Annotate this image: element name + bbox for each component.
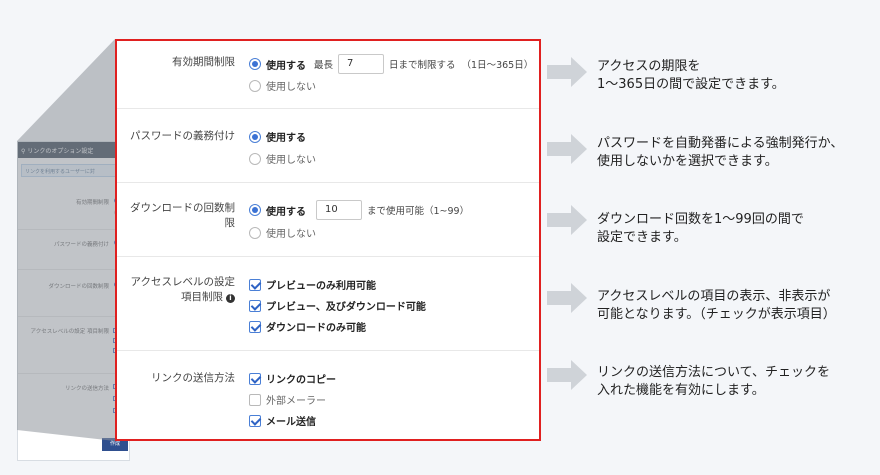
description-send: リンクの送信方法について、チェックを 入れた機能を有効にします。 <box>597 365 830 398</box>
password-use-label: 使用する <box>266 133 306 144</box>
email-send-label: メール送信 <box>266 417 316 428</box>
preview-only-checkbox[interactable] <box>249 278 261 291</box>
expiry-max-label: 最長 <box>314 60 334 71</box>
thumbnail-row-password: パスワードの義務付け <box>18 232 129 270</box>
expiry-suffix: 日まで制限する <box>389 60 456 71</box>
access-label: アクセスレベルの設定 項目制限 i <box>130 276 235 303</box>
thumbnail-note: リンクを利用するユーザーに対 <box>21 164 126 177</box>
download-only-checkbox[interactable] <box>249 320 261 333</box>
thumbnail-row-download: ダウンロードの回数制限 <box>18 272 129 317</box>
arrow-right-icon <box>547 205 587 235</box>
arrow-right-icon <box>547 134 587 164</box>
description-password: パスワードを自動発番による強制発行か、 使用しないかを選択できます。 <box>597 136 844 169</box>
expiry-no-use-radio[interactable] <box>249 79 261 92</box>
preview-download-checkbox[interactable] <box>249 299 261 312</box>
download-row: ダウンロードの回数制限 使用する 10 まで使用可能（1~99） 使用しない <box>117 183 539 257</box>
preview-only-label: プレビューのみ利用可能 <box>266 281 376 292</box>
thumbnail-header: ⚲ リンクのオプション設定 <box>18 142 129 158</box>
send-option-copy-link[interactable]: リンクのコピー <box>249 371 336 386</box>
expiry-use-label: 使用する <box>266 60 306 72</box>
download-no-use-label: 使用しない <box>266 229 316 240</box>
arrow-right-icon <box>547 57 587 87</box>
expiry-no-use-label: 使用しない <box>266 82 316 93</box>
expiry-no-use-option[interactable]: 使用しない <box>249 78 316 93</box>
download-no-use-option[interactable]: 使用しない <box>249 225 316 240</box>
copy-link-checkbox[interactable] <box>249 372 261 385</box>
expiry-days-input[interactable]: 7 <box>338 54 385 74</box>
expiry-range-hint: （1日～365日） <box>461 60 534 71</box>
access-option-download-only[interactable]: ダウンロードのみ可能 <box>249 319 366 334</box>
send-row: リンクの送信方法 リンクのコピー 外部メーラー メール送信 <box>117 351 539 439</box>
download-only-label: ダウンロードのみ可能 <box>266 323 366 334</box>
password-no-use-radio[interactable] <box>249 152 261 165</box>
send-label: リンクの送信方法 <box>151 372 235 384</box>
copy-link-label: リンクのコピー <box>266 375 336 386</box>
link-options-panel: 有効期間制限 使用する 最長 7 日まで制限する （1日～365日） 使用しない… <box>115 39 541 441</box>
download-use-radio[interactable] <box>249 204 261 216</box>
external-mailer-checkbox[interactable] <box>249 393 261 406</box>
download-count-input[interactable]: 10 <box>316 200 362 220</box>
send-option-external-mailer[interactable]: 外部メーラー <box>249 392 326 407</box>
download-use-label: 使用する <box>266 206 306 218</box>
email-send-checkbox[interactable] <box>249 414 261 427</box>
info-icon[interactable]: i <box>226 294 235 303</box>
dialog-thumbnail: ⚲ リンクのオプション設定 リンクを利用するユーザーに対 有効期間制限 パスワー… <box>17 141 130 461</box>
description-expiry: アクセスの期限を 1～365日の間で設定できます。 <box>597 59 785 92</box>
expiry-row: 有効期間制限 使用する 最長 7 日まで制限する （1日～365日） 使用しない <box>117 41 539 109</box>
expiry-use-option[interactable]: 使用する 最長 7 日まで制限する （1日～365日） <box>249 54 533 74</box>
access-option-preview-only[interactable]: プレビューのみ利用可能 <box>249 277 376 292</box>
download-no-use-radio[interactable] <box>249 226 261 239</box>
password-row: パスワードの義務付け 使用する 使用しない <box>117 109 539 183</box>
download-suffix: まで使用可能（1~99） <box>367 206 470 217</box>
arrow-right-icon <box>547 360 587 390</box>
password-no-use-label: 使用しない <box>266 155 316 166</box>
arrow-right-icon <box>547 283 587 313</box>
password-use-radio[interactable] <box>249 130 261 143</box>
expiry-use-radio[interactable] <box>249 58 261 70</box>
external-mailer-label: 外部メーラー <box>266 396 326 407</box>
access-option-preview-download[interactable]: プレビュー、及びダウンロード可能 <box>249 298 426 313</box>
password-use-option[interactable]: 使用する <box>249 129 306 144</box>
password-label: パスワードの義務付け <box>130 130 235 142</box>
description-access: アクセスレベルの項目の表示、非表示が 可能となります。（チェックが表示項目） <box>597 289 836 322</box>
description-download: ダウンロード回数を1～99回の間で 設定できます。 <box>597 212 804 245</box>
password-no-use-option[interactable]: 使用しない <box>249 151 316 166</box>
send-option-email[interactable]: メール送信 <box>249 413 316 428</box>
download-use-option[interactable]: 使用する 10 まで使用可能（1~99） <box>249 200 469 220</box>
preview-download-label: プレビュー、及びダウンロード可能 <box>266 302 426 313</box>
download-label: ダウンロードの回数制限 <box>130 202 235 229</box>
access-row: アクセスレベルの設定 項目制限 i プレビューのみ利用可能 プレビュー、及びダウンロ… <box>117 257 539 351</box>
expiry-label: 有効期間制限 <box>172 56 235 68</box>
